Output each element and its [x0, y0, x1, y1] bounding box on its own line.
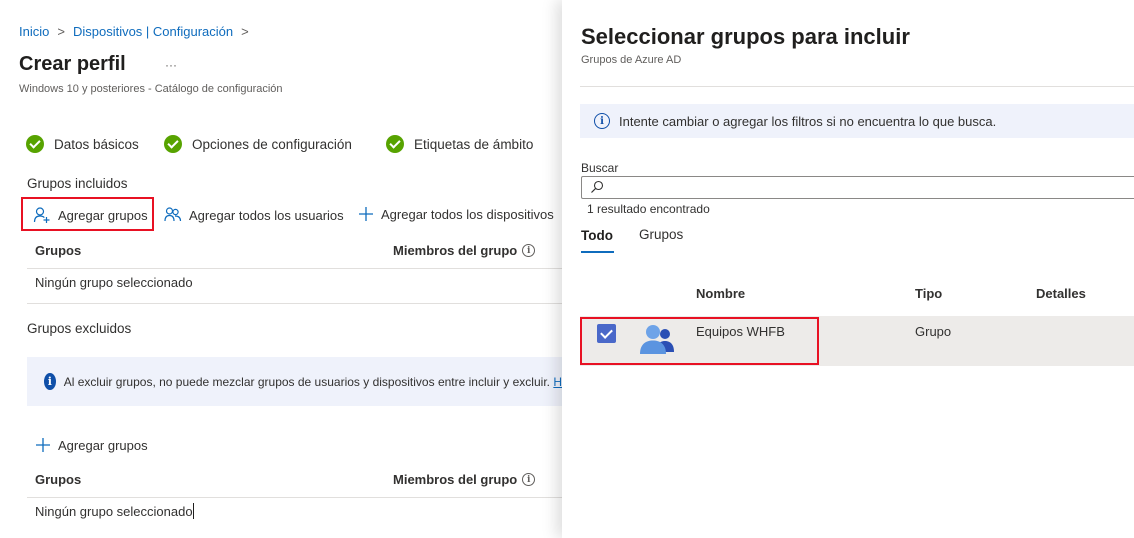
tab-all[interactable]: Todo	[581, 228, 613, 243]
search-icon	[591, 180, 604, 193]
breadcrumb-devices-link[interactable]: Dispositivos | Configuración	[73, 24, 233, 39]
excluded-groups-label: Grupos excluidos	[27, 321, 132, 336]
included-groups-label: Grupos incluidos	[27, 176, 128, 191]
info-icon: i	[44, 373, 56, 390]
exclude-info-banner: i Al excluir grupos, no puede mezclar gr…	[27, 357, 562, 406]
panel-title: Seleccionar grupos para incluir	[581, 24, 910, 49]
chevron-right-icon: >	[57, 24, 65, 39]
step-configuration[interactable]: Opciones de configuración	[164, 135, 352, 153]
breadcrumb-home-link[interactable]: Inicio	[19, 24, 49, 39]
filter-info-text: Intente cambiar o agregar los filtros si…	[619, 113, 997, 129]
info-icon: i	[594, 113, 610, 129]
exclude-info-link[interactable]: H	[553, 375, 562, 389]
search-label: Buscar	[581, 161, 619, 175]
chevron-right-icon: >	[241, 24, 249, 39]
search-field[interactable]	[581, 176, 1134, 199]
result-count: 1 resultado encontrado	[587, 202, 710, 216]
step-label: Opciones de configuración	[192, 136, 352, 152]
row-type: Grupo	[915, 324, 952, 339]
page-subtitle: Windows 10 y posteriores - Catálogo de c…	[19, 83, 283, 95]
column-header-groups[interactable]: Grupos	[35, 472, 81, 487]
plus-icon	[36, 438, 50, 452]
checkmark-icon	[386, 135, 404, 153]
users-icon	[164, 207, 182, 222]
column-header-type[interactable]: Tipo	[915, 286, 942, 301]
search-input[interactable]	[608, 178, 1128, 197]
step-label: Datos básicos	[54, 136, 139, 152]
column-header-label: Miembros del grupo	[393, 472, 518, 487]
step-scope-tags[interactable]: Etiquetas de ámbito	[386, 135, 533, 153]
divider	[27, 497, 562, 498]
add-all-users-button[interactable]: Agregar todos los usuarios	[164, 206, 344, 224]
checkmark-icon	[26, 135, 44, 153]
exclude-info-text: Al excluir grupos, no puede mezclar grup…	[64, 375, 562, 389]
divider	[27, 303, 562, 304]
add-all-users-label: Agregar todos los usuarios	[189, 207, 344, 223]
divider	[27, 268, 562, 269]
filter-info-banner: i Intente cambiar o agregar los filtros …	[580, 104, 1134, 138]
create-profile-page: Inicio > Dispositivos | Configuración > …	[0, 0, 562, 538]
column-header-members[interactable]: Miembros del grupo i	[393, 243, 536, 258]
selected-row-highlight	[580, 317, 819, 365]
column-header-label: Miembros del grupo	[393, 243, 518, 258]
add-all-devices-button[interactable]: Agregar todos los dispositivos	[358, 206, 554, 222]
exclude-info-message: Al excluir grupos, no puede mezclar grup…	[63, 374, 550, 389]
divider	[580, 86, 1134, 87]
add-groups-highlight	[21, 197, 154, 231]
select-groups-panel: Seleccionar grupos para incluir Grupos d…	[562, 0, 1134, 538]
text-cursor	[193, 503, 194, 519]
step-label: Etiquetas de ámbito	[414, 136, 534, 152]
breadcrumb: Inicio > Dispositivos | Configuración >	[19, 24, 249, 39]
column-header-members[interactable]: Miembros del grupo i	[393, 472, 536, 487]
column-header-details[interactable]: Detalles	[1036, 286, 1086, 301]
step-basics[interactable]: Datos básicos	[26, 135, 139, 153]
info-icon[interactable]: i	[522, 244, 536, 257]
page-title: Crear perfil	[19, 53, 126, 75]
add-excluded-groups-button[interactable]: Agregar grupos	[35, 437, 148, 453]
active-tab-indicator	[581, 251, 614, 253]
column-header-name[interactable]: Nombre	[696, 286, 745, 301]
more-options-button[interactable]: ···	[165, 58, 177, 72]
add-all-devices-label: Agregar todos los dispositivos	[381, 206, 554, 222]
column-header-groups[interactable]: Grupos	[35, 243, 81, 258]
info-icon[interactable]: i	[522, 473, 536, 486]
tab-groups[interactable]: Grupos	[639, 227, 683, 242]
add-groups-label: Agregar grupos	[58, 437, 148, 453]
empty-excluded-message: Ningún grupo seleccionado	[35, 504, 193, 519]
checkmark-icon	[164, 135, 182, 153]
empty-included-message: Ningún grupo seleccionado	[35, 275, 193, 290]
panel-subtitle: Grupos de Azure AD	[581, 54, 682, 66]
plus-icon	[359, 207, 373, 221]
